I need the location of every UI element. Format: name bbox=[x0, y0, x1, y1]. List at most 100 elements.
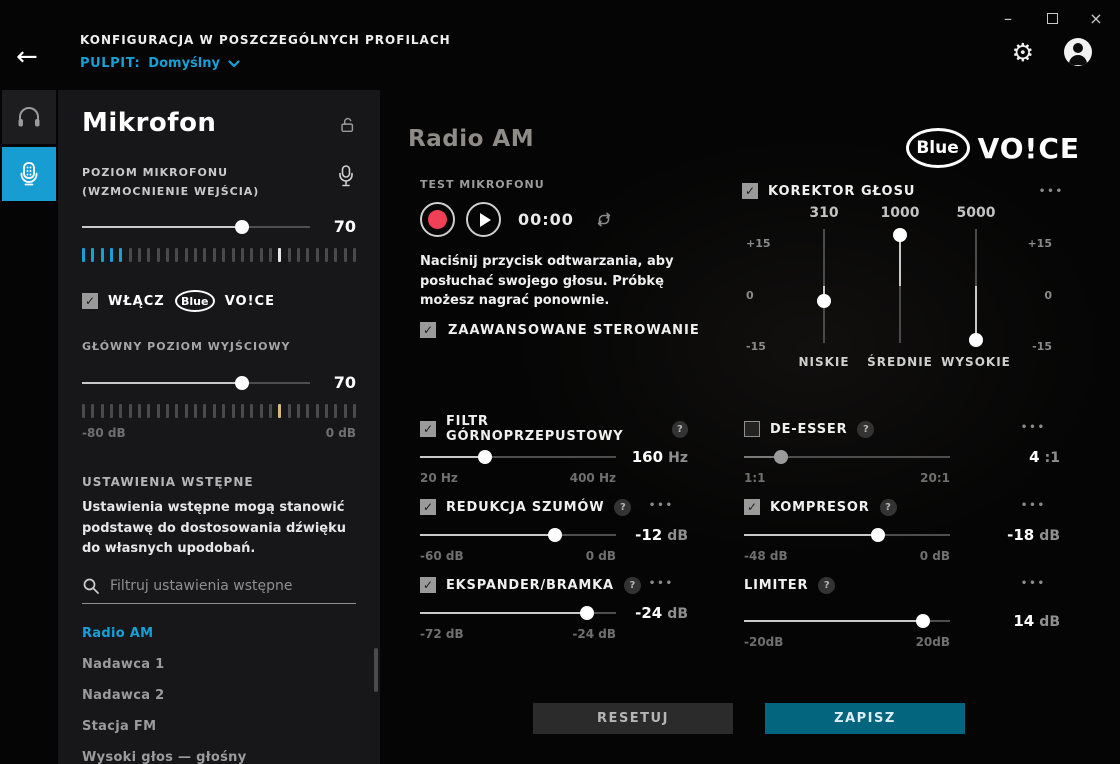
page-title: KONFIGURACJA W POSZCZEGÓLNYCH PROFILACH bbox=[80, 33, 451, 47]
highpass-slider[interactable] bbox=[420, 450, 616, 464]
maximize-icon bbox=[1047, 13, 1058, 24]
range-max: -24 dB bbox=[572, 627, 616, 641]
limiter-slider[interactable] bbox=[744, 614, 950, 628]
slider-handle[interactable] bbox=[969, 333, 983, 347]
effect-highpass-filter: ✓ FILTR GÓRNOPRZEPUSTOWY ? 160 Hz 20 Hz … bbox=[420, 420, 688, 485]
blue-voice-brand: Blue VO!CE bbox=[906, 128, 1080, 168]
compressor-slider[interactable] bbox=[744, 528, 950, 542]
noise-slider[interactable] bbox=[420, 528, 616, 542]
preset-item[interactable]: Nadawca 2 bbox=[82, 680, 356, 711]
save-button[interactable]: ZAPISZ bbox=[765, 703, 965, 734]
gear-icon[interactable]: ⚙ bbox=[1012, 40, 1034, 65]
slider-handle[interactable] bbox=[893, 228, 907, 242]
preset-filter-input[interactable] bbox=[110, 578, 356, 594]
preset-item[interactable]: Wysoki głos — głośny bbox=[82, 742, 356, 764]
effect-label: EKSPANDER/BRAMKA bbox=[446, 578, 614, 593]
slider-handle[interactable] bbox=[580, 606, 594, 620]
preset-title: Radio AM bbox=[408, 126, 534, 152]
microphone-panel: Mikrofon POZIOM MIKROFONU (WZMOCNIENIE W… bbox=[58, 90, 380, 764]
output-level-label: GŁÓWNY POZIOM WYJŚCIOWY bbox=[82, 338, 356, 357]
account-icon[interactable] bbox=[1064, 38, 1092, 66]
eq-freq-label: 1000 bbox=[881, 205, 920, 221]
help-icon[interactable]: ? bbox=[818, 577, 835, 594]
eq-band-low: 310 NISKIE bbox=[786, 205, 862, 369]
slider-handle[interactable] bbox=[916, 614, 930, 628]
mic-source-icon[interactable] bbox=[336, 164, 356, 188]
play-icon bbox=[480, 213, 491, 227]
highpass-checkbox[interactable]: ✓ bbox=[420, 421, 436, 437]
advanced-controls-label: ZAAWANSOWANE STEROWANIE bbox=[448, 323, 700, 338]
compressor-menu-icon[interactable]: ••• bbox=[1021, 500, 1046, 511]
equalizer-menu-icon[interactable]: ••• bbox=[1039, 186, 1064, 197]
effects-column-right: ••• ✓ DE-ESSER ? 4 :1 1:1 20:1 bbox=[744, 420, 1060, 662]
panel-scrollbar[interactable] bbox=[374, 648, 378, 692]
unlock-icon[interactable] bbox=[338, 116, 356, 134]
output-level-slider[interactable] bbox=[82, 376, 310, 390]
mic-level-slider[interactable] bbox=[82, 220, 310, 234]
advanced-controls-checkbox[interactable]: ✓ bbox=[420, 322, 436, 338]
help-icon[interactable]: ? bbox=[880, 499, 897, 516]
help-icon[interactable]: ? bbox=[614, 499, 631, 516]
rail-tab-microphone[interactable] bbox=[2, 147, 56, 201]
eq-scale-right: +15 0 -15 bbox=[1014, 205, 1054, 369]
preset-item[interactable]: Radio AM bbox=[82, 618, 356, 649]
preset-item[interactable]: Stacja FM bbox=[82, 711, 356, 742]
slider-handle[interactable] bbox=[478, 450, 492, 464]
device-rail bbox=[0, 90, 58, 764]
range-max: 20dB bbox=[916, 635, 950, 649]
effect-label: KOMPRESOR bbox=[770, 500, 870, 515]
noise-menu-icon[interactable]: ••• bbox=[649, 500, 674, 511]
deesser-checkbox[interactable]: ✓ bbox=[744, 421, 760, 437]
output-level-meter bbox=[82, 404, 356, 418]
expander-slider[interactable] bbox=[420, 606, 616, 620]
mic-test-label: TEST MIKROFONU bbox=[420, 176, 545, 195]
help-icon[interactable]: ? bbox=[624, 577, 641, 594]
close-button[interactable]: × bbox=[1082, 8, 1110, 28]
eq-high-slider[interactable] bbox=[969, 229, 983, 343]
effect-limiter: ••• LIMITER ? 14 dB -20dB 20dB bbox=[744, 576, 1060, 649]
slider-handle[interactable] bbox=[235, 376, 249, 390]
profile-selector[interactable]: PULPIT: Domyślny bbox=[80, 56, 451, 71]
slider-handle[interactable] bbox=[774, 450, 788, 464]
eq-band-mid: 1000 ŚREDNIE bbox=[862, 205, 938, 369]
main-content: Radio AM Blue VO!CE TEST MIKROFONU 00:00… bbox=[380, 90, 1120, 764]
loop-icon[interactable] bbox=[595, 211, 613, 228]
deesser-menu-icon[interactable]: ••• bbox=[1021, 422, 1046, 433]
presets-heading: USTAWIENIA WSTĘPNE bbox=[82, 472, 356, 492]
help-icon[interactable]: ? bbox=[857, 421, 874, 438]
eq-mid-slider[interactable] bbox=[893, 229, 907, 343]
rail-tab-headset[interactable] bbox=[2, 90, 56, 144]
limiter-menu-icon[interactable]: ••• bbox=[1021, 578, 1046, 589]
preset-item[interactable]: Nadawca 1 bbox=[82, 649, 356, 680]
slider-handle[interactable] bbox=[235, 220, 249, 234]
minimize-button[interactable]: – bbox=[994, 8, 1022, 28]
reset-button[interactable]: RESETUJ bbox=[533, 703, 733, 734]
range-min: 20 Hz bbox=[420, 471, 458, 485]
blue-logo: Blue bbox=[906, 128, 970, 168]
eq-freq-label: 5000 bbox=[957, 205, 996, 221]
deesser-slider[interactable] bbox=[744, 450, 950, 464]
equalizer-checkbox[interactable]: ✓ bbox=[742, 183, 758, 199]
output-level-value: 70 bbox=[322, 373, 356, 392]
eq-freq-label: 310 bbox=[809, 205, 838, 221]
record-button[interactable] bbox=[420, 202, 455, 237]
play-button[interactable] bbox=[466, 202, 501, 237]
eq-low-slider[interactable] bbox=[817, 229, 831, 343]
eq-band-name: NISKIE bbox=[798, 355, 849, 369]
noise-checkbox[interactable]: ✓ bbox=[420, 499, 436, 515]
blue-voice-enable-label: WŁĄCZ bbox=[108, 294, 165, 309]
profile-label: PULPIT: bbox=[80, 56, 140, 71]
range-min: -60 dB bbox=[420, 549, 464, 563]
slider-handle[interactable] bbox=[548, 528, 562, 542]
slider-handle[interactable] bbox=[817, 294, 831, 308]
compressor-checkbox[interactable]: ✓ bbox=[744, 499, 760, 515]
back-arrow-icon[interactable]: ← bbox=[16, 42, 38, 72]
maximize-button[interactable] bbox=[1038, 8, 1066, 28]
help-icon[interactable]: ? bbox=[672, 421, 688, 438]
slider-handle[interactable] bbox=[871, 528, 885, 542]
blue-voice-checkbox[interactable]: ✓ bbox=[82, 293, 98, 309]
expander-menu-icon[interactable]: ••• bbox=[649, 578, 674, 589]
mic-level-value: 70 bbox=[322, 217, 356, 236]
expander-checkbox[interactable]: ✓ bbox=[420, 577, 436, 593]
recording-timer: 00:00 bbox=[518, 210, 574, 229]
